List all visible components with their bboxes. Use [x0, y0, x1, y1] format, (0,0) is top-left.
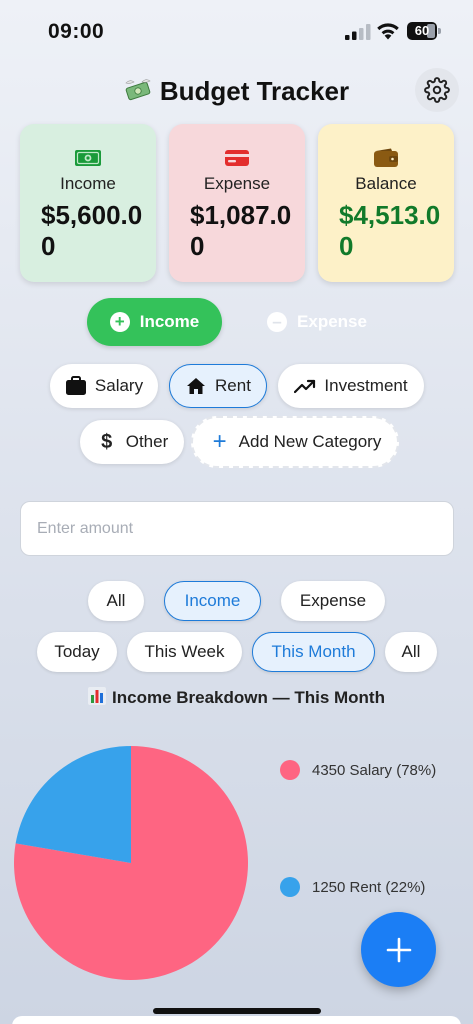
expense-card-label: Expense	[203, 174, 271, 193]
expense-toggle-button[interactable]: – Expense	[257, 298, 377, 346]
wallet-icon	[374, 148, 398, 167]
summary-cards: Income $5,600.00 Expense $1,087.00 Balan…	[20, 124, 454, 282]
pie-slice-rent	[15, 746, 131, 863]
minus-circle-icon: –	[267, 312, 288, 332]
legend-item-rent: 1250 Rent (22%)	[280, 875, 425, 899]
expense-card: Expense $1,087.00	[169, 124, 305, 282]
battery-indicator: 60	[407, 22, 441, 40]
income-card: Income $5,600.00	[20, 124, 156, 282]
category-chip-label: Other	[125, 432, 169, 451]
legend-swatch-rent	[280, 877, 300, 897]
status-time: 09:00	[48, 20, 105, 43]
legend-item-salary: 4350 Salary (78%)	[280, 758, 436, 782]
income-pie-chart	[13, 746, 249, 980]
gear-icon	[424, 77, 450, 103]
balance-card: Balance $4,513.00	[318, 124, 454, 282]
app-title-text: Budget Tracker	[159, 76, 350, 106]
plus-icon: +	[212, 428, 227, 455]
dollar-sign-icon: $	[101, 430, 113, 453]
filter-type-income[interactable]: Income	[164, 581, 261, 621]
filter-type-all[interactable]: All	[88, 581, 144, 621]
expense-card-amount: $1,087.00	[190, 200, 292, 261]
cellular-signal-icon	[345, 24, 371, 40]
balance-card-amount: $4,513.00	[339, 200, 441, 261]
category-chip-label: Investment	[324, 376, 408, 395]
bottom-sheet-edge	[12, 1016, 461, 1024]
category-chip-investment[interactable]: Investment	[278, 364, 424, 408]
home-icon	[187, 378, 206, 394]
add-category-button[interactable]: + Add New Category	[191, 416, 399, 468]
chart-title-text: Income Breakdown — This Month	[112, 688, 385, 707]
legend-label-rent: 1250 Rent (22%)	[312, 878, 426, 896]
bar-chart-icon	[88, 687, 107, 705]
plus-icon	[386, 937, 411, 962]
income-toggle-button[interactable]: + Income	[87, 298, 222, 346]
income-card-amount: $5,600.00	[41, 200, 143, 261]
page-title: Budget Tracker	[0, 76, 473, 107]
plus-circle-icon: +	[109, 312, 130, 332]
filter-period-all[interactable]: All	[385, 632, 437, 672]
trending-up-icon	[294, 379, 316, 394]
balance-card-label: Balance	[355, 174, 417, 193]
add-category-label: Add New Category	[238, 432, 382, 451]
home-indicator	[153, 1008, 321, 1014]
chart-title: Income Breakdown — This Month	[0, 687, 473, 708]
filter-type-expense[interactable]: Expense	[281, 581, 385, 621]
settings-button[interactable]	[415, 68, 459, 112]
filter-period-week[interactable]: This Week	[127, 632, 242, 672]
category-chip-label: Salary	[94, 376, 144, 395]
money-with-wings-icon	[125, 79, 151, 101]
app-header: Budget Tracker	[0, 68, 473, 112]
income-toggle-label: Income	[139, 312, 200, 331]
legend-swatch-salary	[280, 760, 300, 780]
add-transaction-fab[interactable]	[361, 912, 436, 987]
category-chip-label: Rent	[215, 376, 251, 395]
category-chip-salary[interactable]: Salary	[50, 364, 158, 408]
amount-input[interactable]	[20, 501, 454, 556]
briefcase-icon	[65, 376, 86, 395]
expense-toggle-label: Expense	[297, 312, 367, 331]
category-chip-rent[interactable]: Rent	[169, 364, 267, 408]
transaction-type-toggle: + Income – Expense	[87, 298, 387, 346]
wifi-icon	[377, 23, 399, 40]
filter-period-today[interactable]: Today	[37, 632, 117, 672]
legend-label-salary: 4350 Salary (78%)	[312, 761, 437, 779]
income-card-label: Income	[60, 174, 116, 193]
credit-card-icon	[225, 150, 249, 166]
banknote-icon	[75, 150, 101, 166]
category-chip-other[interactable]: $ Other	[80, 420, 184, 464]
battery-level: 60	[414, 23, 430, 38]
filter-period-month[interactable]: This Month	[252, 632, 375, 672]
status-bar: 09:00 60	[0, 0, 473, 60]
